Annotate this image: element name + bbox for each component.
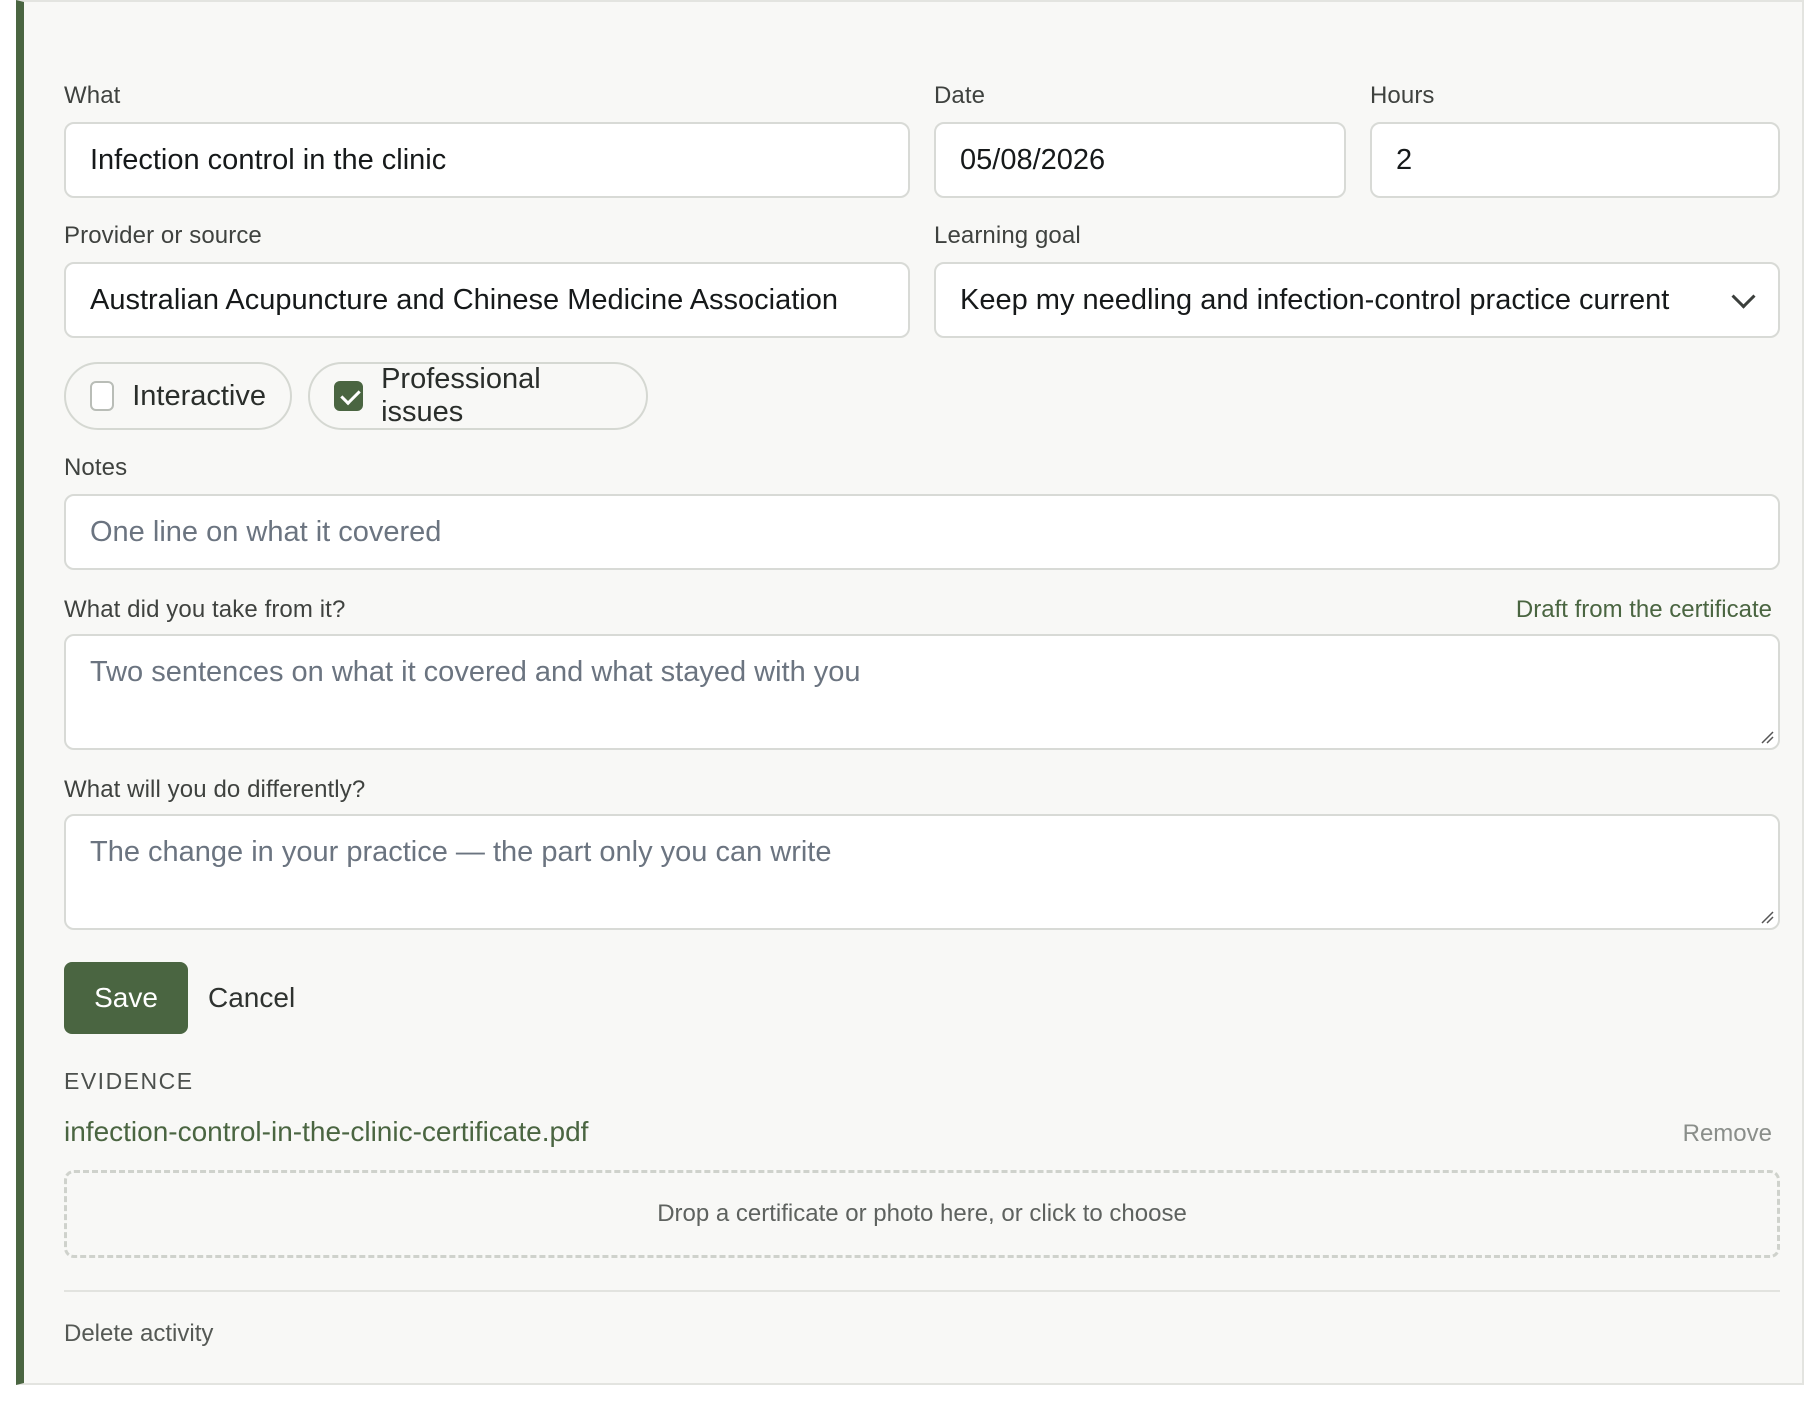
resize-grip-icon[interactable] <box>1760 910 1774 924</box>
professional-issues-checkbox[interactable] <box>334 381 364 411</box>
takeaway-placeholder: Two sentences on what it covered and wha… <box>90 656 861 688</box>
interactive-label: Interactive <box>132 379 266 412</box>
divider <box>64 1290 1780 1292</box>
dropzone-text: Drop a certificate or photo here, or cli… <box>657 1200 1187 1227</box>
date-value: 05/08/2026 <box>960 143 1106 176</box>
learning-goal-label: Learning goal <box>934 222 1081 249</box>
provider-value: Australian Acupuncture and Chinese Medic… <box>90 283 839 316</box>
learning-goal-value: Keep my needling and infection-control p… <box>960 283 1670 316</box>
what-input[interactable]: Infection control in the clinic <box>64 122 910 198</box>
draft-from-certificate-link[interactable]: Draft from the certificate <box>1516 596 1772 624</box>
delete-activity-button[interactable]: Delete activity <box>64 1320 213 1348</box>
cancel-button[interactable]: Cancel <box>208 962 295 1034</box>
interactive-checkbox[interactable] <box>90 381 115 411</box>
activity-edit-card: What Infection control in the clinic Dat… <box>16 0 1804 1385</box>
date-label: Date <box>934 82 986 109</box>
provider-label: Provider or source <box>64 222 262 249</box>
learning-goal-select[interactable]: Keep my needling and infection-control p… <box>934 262 1780 338</box>
change-label: What will you do differently? <box>64 776 366 803</box>
professional-issues-label: Professional issues <box>381 363 541 428</box>
change-placeholder: The change in your practice — the part o… <box>90 836 832 868</box>
professional-issues-toggle[interactable]: Professional issues <box>308 362 648 430</box>
hours-value: 2 <box>1396 143 1413 176</box>
remove-evidence-button[interactable]: Remove <box>1683 1120 1772 1148</box>
save-button[interactable]: Save <box>64 962 188 1034</box>
what-label: What <box>64 82 121 109</box>
hours-input[interactable]: 2 <box>1370 122 1780 198</box>
takeaway-label: What did you take from it? <box>64 596 346 623</box>
date-input[interactable]: 05/08/2026 <box>934 122 1346 198</box>
notes-placeholder: One line on what it covered <box>90 515 442 548</box>
evidence-file-link[interactable]: infection-control-in-the-clinic-certific… <box>64 1116 588 1148</box>
provider-input[interactable]: Australian Acupuncture and Chinese Medic… <box>64 262 910 338</box>
hours-label: Hours <box>1370 82 1435 109</box>
notes-label: Notes <box>64 454 128 481</box>
evidence-heading: EVIDENCE <box>64 1068 194 1094</box>
change-textarea[interactable]: The change in your practice — the part o… <box>64 814 1780 930</box>
evidence-dropzone[interactable]: Drop a certificate or photo here, or cli… <box>64 1170 1780 1258</box>
chevron-down-icon <box>1731 284 1756 309</box>
notes-input[interactable]: One line on what it covered <box>64 494 1780 570</box>
what-value: Infection control in the clinic <box>90 143 447 176</box>
resize-grip-icon[interactable] <box>1760 730 1774 744</box>
takeaway-textarea[interactable]: Two sentences on what it covered and wha… <box>64 634 1780 750</box>
interactive-toggle[interactable]: Interactive <box>64 362 292 430</box>
